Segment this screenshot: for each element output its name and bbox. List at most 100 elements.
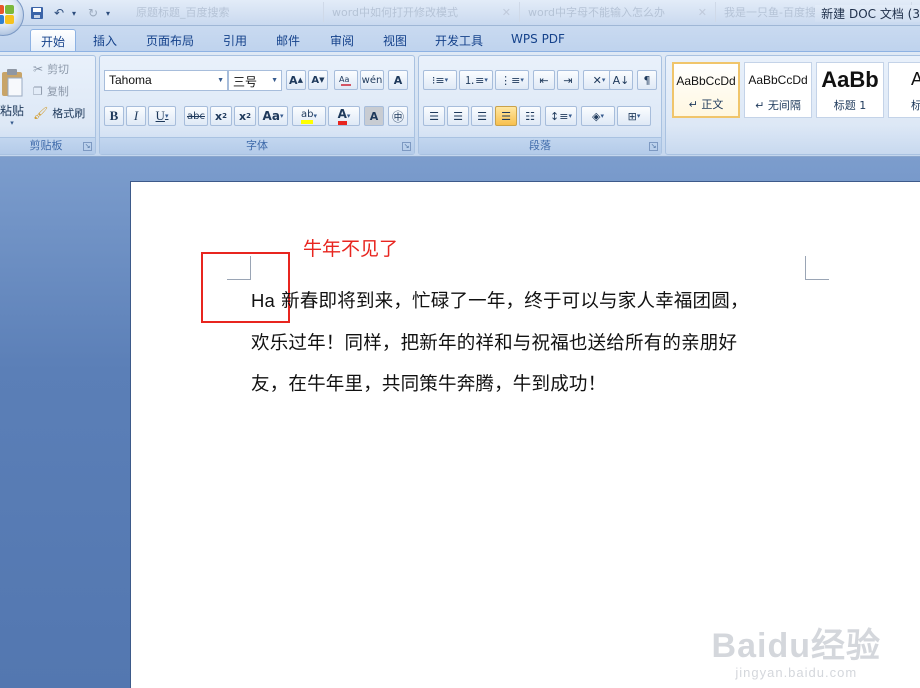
line-spacing-icon[interactable]: ↕≡ ▾ [545,106,577,126]
bold-icon[interactable]: B [104,106,124,126]
style-normal[interactable]: AaBbCcDd ↵ 正文 [672,62,740,118]
scissors-icon: ✂ [33,62,44,76]
styles-group: AaBbCcDd ↵ 正文 AaBbCcDd ↵ 无间隔 AaBb 标题 1 A… [665,55,920,155]
bullets-icon[interactable]: ⁝≡ ▾ [423,70,457,90]
document-page[interactable]: 牛年不见了 Ha 新春即将到来，忙碌了一年，终于可以与家人幸福团圆， 欢乐过年！… [130,181,920,688]
character-border-icon[interactable]: A [388,70,408,90]
annotation-label: 牛年不见了 [303,238,399,260]
document-workspace: 牛年不见了 Ha 新春即将到来，忙碌了一年，终于可以与家人幸福团圆， 欢乐过年！… [0,157,920,688]
distributed-icon[interactable]: ☷ [519,106,541,126]
text-line: 友，在牛年里，共同策牛奔腾，牛到成功！ [251,374,607,395]
sort-icon[interactable]: A↓ [609,70,633,90]
format-painter-icon: 🖌 [33,106,49,120]
tab-home[interactable]: 开始 [30,29,76,51]
change-case-icon[interactable]: Aa ▾ [258,106,288,126]
align-left-icon[interactable]: ☰ [423,106,445,126]
align-right-icon[interactable]: ☰ [471,106,493,126]
save-icon[interactable] [28,4,46,22]
font-group-label: 字体 [100,137,414,154]
underline-icon[interactable]: U ▾ [148,106,176,126]
shrink-font-button[interactable]: A ▼ [308,70,328,90]
align-center-icon[interactable]: ☰ [447,106,469,126]
strikethrough-icon[interactable]: abc [184,106,208,126]
copy-button[interactable]: ❐ 复制 [33,82,69,100]
undo-dropdown-icon[interactable]: ▾ [72,9,80,18]
clear-format-icon[interactable]: Aa [334,70,358,90]
phonetic-guide-icon[interactable]: wén [360,70,384,90]
baidu-watermark: Baidu经验 jingyan.baidu.com [712,618,881,680]
multilevel-list-icon[interactable]: ⋮≡ ▾ [495,70,529,90]
undo-icon[interactable]: ↶ [50,4,68,22]
redo-icon[interactable]: ↻ [84,4,102,22]
borders-icon[interactable]: ⊞ ▾ [617,106,651,126]
style-heading-1[interactable]: AaBb 标题 1 [816,62,884,118]
tab-view[interactable]: 视图 [374,29,416,51]
copy-label: 复制 [46,85,69,98]
italic-icon[interactable]: I [126,106,146,126]
enclose-characters-icon[interactable]: ㊥ [388,106,408,126]
svg-text:Aa: Aa [339,75,349,84]
close-icon[interactable]: ✕ [698,6,707,19]
increase-indent-icon[interactable]: ⇥ [557,70,579,90]
paste-button[interactable]: 粘贴 ▾ [0,60,25,134]
first-word: Ha [251,290,276,311]
font-size-value: 三号 [233,75,258,89]
paste-dropdown-icon[interactable]: ▾ [10,119,14,127]
watermark-brand: Baidu经验 [711,627,881,665]
task-tab[interactable]: word中字母不能输入怎么办 ✕ [520,2,716,22]
tab-references[interactable]: 引用 [214,29,256,51]
grow-font-button[interactable]: A ▲ [286,70,306,90]
font-color-icon[interactable]: A ▾ [328,106,360,126]
office-logo-icon [0,5,15,25]
paragraph-group: ⁝≡ ▾ ⒈≡ ▾ ⋮≡ ▾ ⇤ ⇥ ✕ ▾ A↓ ¶ ☰ ☰ ☰ ☰ ☷ ↕≡ ▾ ◈ ▾… [418,55,662,155]
style-name: ↵ 无间隔 [755,99,801,112]
clipboard-group: 粘贴 ▾ ✂ 剪切 ❐ 复制 🖌 格式刷 剪贴板 ↘ [0,55,96,155]
chevron-down-icon: ▼ [217,77,224,84]
clipboard-dialog-launcher-icon[interactable]: ↘ [83,142,92,151]
font-dialog-launcher-icon[interactable]: ↘ [402,142,411,151]
numbering-icon[interactable]: ⒈≡ ▾ [459,70,493,90]
subscript-icon[interactable]: x2 [210,106,232,126]
copy-icon: ❐ [33,84,43,98]
style-name: ↵ 正文 [688,98,724,111]
style-sample: AaBbCcDd [748,73,808,87]
tab-insert[interactable]: 插入 [82,29,128,51]
text-line: 新春即将到来，忙碌了一年，终于可以与家人幸福团圆， [275,291,749,312]
tab-mailings[interactable]: 邮件 [266,29,310,51]
format-painter-label: 格式刷 [52,107,86,120]
font-size-select[interactable]: 三号 ▼ [228,70,282,91]
document-body-text[interactable]: Ha 新春即将到来，忙碌了一年，终于可以与家人幸福团圆， 欢乐过年！同样，把新年… [251,280,811,406]
tab-page-layout[interactable]: 页面布局 [140,29,200,51]
style-sample: AaBb [821,67,879,92]
tab-developer[interactable]: 开发工具 [428,29,490,51]
paste-icon [2,68,23,96]
task-tab-label: 原题标题_百度搜索 [136,6,230,19]
cut-button[interactable]: ✂ 剪切 [33,60,69,78]
show-marks-icon[interactable]: ¶ [637,70,657,90]
style-no-spacing[interactable]: AaBbCcDd ↵ 无间隔 [744,62,812,118]
task-tab-label: word中如何打开修改模式 [332,6,459,19]
task-tab[interactable]: 原题标题_百度搜索 [128,2,324,22]
task-tab[interactable]: word中如何打开修改模式 ✕ [324,2,520,22]
font-name-select[interactable]: Tahoma ▼ [104,70,228,91]
character-shading-icon[interactable]: A [364,106,384,126]
format-painter-button[interactable]: 🖌 格式刷 [33,104,85,122]
tab-review[interactable]: 审阅 [320,29,364,51]
superscript-icon[interactable]: x2 [234,106,256,126]
style-sample: Aa [889,69,920,90]
text-highlight-icon[interactable]: ab ▾ [292,106,326,126]
justify-icon[interactable]: ☰ [495,106,517,126]
font-name-value: Tahoma [109,73,152,87]
shading-icon[interactable]: ◈ ▾ [581,106,615,126]
title-bar: ↶ ▾ ↻ ▾ 原题标题_百度搜索 word中如何打开修改模式 ✕ word中字母… [0,0,920,36]
style-title[interactable]: Aa 标题 [888,62,920,118]
tab-wps-pdf[interactable]: WPS PDF [504,29,572,51]
font-group: Tahoma ▼ 三号 ▼ A ▲ A ▼ Aa wén A B I U ▾ abc x… [99,55,415,155]
style-name: 标题 1 [833,99,867,112]
close-icon[interactable]: ✕ [502,6,511,19]
style-sample: AaBbCcDd [676,74,736,88]
decrease-indent-icon[interactable]: ⇤ [533,70,555,90]
customize-qat-icon[interactable]: ▾ [106,9,114,18]
watermark-url: jingyan.baidu.com [735,665,858,680]
paragraph-dialog-launcher-icon[interactable]: ↘ [649,142,658,151]
